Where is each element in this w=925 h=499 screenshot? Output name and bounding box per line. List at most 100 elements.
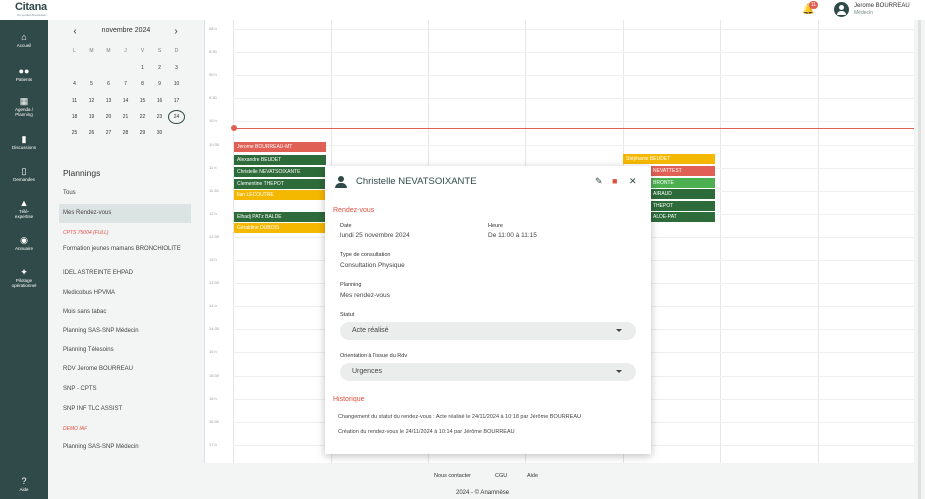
calendar-day[interactable]: 5 [83,81,100,87]
calendar-day[interactable]: 7 [117,81,134,87]
calendar-day-today[interactable]: 24 [168,109,185,124]
appointment-dialog: Christelle NEVATSOIXANTE ✎ ■ ✕ Rendez-vo… [325,166,651,454]
planning-item[interactable]: Tous [59,190,191,197]
calendar-day[interactable]: 1 [134,65,151,71]
appointment-event[interactable]: ALDE-PAT [650,212,715,222]
appointment-event[interactable]: Alexandre BEUDET [234,155,326,165]
planning-item[interactable]: IDEL ASTREINTE EHPAD [59,270,191,277]
weekday-header: S [157,48,162,54]
footer-link-help[interactable]: Aide [527,473,538,479]
appointment-event[interactable]: Clementine THEPOT [234,179,326,189]
planning-value: Mes rendez-vous [340,292,390,299]
planning-item[interactable]: SNP - CPTS [59,386,191,393]
planning-item[interactable]: Planning Télesoins [59,347,191,354]
planning-item[interactable]: Mois sans tabac [59,309,191,316]
calendar-month-title: novembre 2024 [101,27,151,34]
calendar-day[interactable]: 16 [151,98,168,104]
planning-item[interactable]: Mes Rendez-vous [59,204,191,223]
planning-item[interactable]: SNP INF TLC ASSIST [59,406,191,413]
calendar-day[interactable]: 17 [168,98,185,104]
nav-item-demandes[interactable]: ▯ Demandes [0,166,48,182]
footer-copyright: 2024 - © Anamnèse [456,490,510,496]
calendar-day[interactable]: 27 [100,130,117,136]
calendar-day[interactable]: 22 [134,114,151,120]
scrollbar[interactable] [918,20,921,499]
appointment-event[interactable]: BRONTE [650,178,715,188]
nav-item-annuaire[interactable]: ◉ Annuaire [0,235,48,251]
orientation-label: Orientation à l'issue du Rdv [340,353,408,359]
nav-item-teleexpertise[interactable]: ▲ Télé-expertise [0,198,48,219]
appointment-event[interactable]: Stéphanie BEUDET [623,154,715,164]
calendar-day[interactable]: 10 [168,81,185,87]
delete-icon[interactable]: ■ [612,176,617,186]
planning-item[interactable]: CPTS 75004 (FULL) [59,230,191,237]
appointment-event[interactable]: Géraldine DUBOIS [234,223,326,233]
calendar-day[interactable]: 26 [83,130,100,136]
planning-item[interactable]: Planning SAS-SNP Médecin [59,328,191,335]
calendar-day[interactable]: 12 [83,98,100,104]
calendar-day[interactable]: 21 [117,114,134,120]
chevron-left-icon[interactable]: ‹ [70,26,80,37]
planning-item[interactable]: Formation jeunes mamans BRONCHIOLITE [59,246,191,253]
time-label: 12 h [209,210,217,216]
help-icon: ? [21,476,27,486]
appointment-event[interactable]: NEVATTEST [650,166,715,176]
time-label: 16:30 [209,418,220,424]
planning-item[interactable]: Planning SAS-SNP Médecin [59,444,191,451]
calendar-day[interactable]: 4 [66,81,83,87]
hour-value: De 11:00 à 11:15 [488,232,537,239]
calendar-day[interactable]: 2 [151,65,168,71]
chevron-right-icon[interactable]: › [171,26,181,37]
calendar-day[interactable]: 29 [134,130,151,136]
appointment-event[interactable]: THEPOT [650,201,715,211]
calendar-day[interactable]: 15 [134,98,151,104]
appointment-event[interactable]: AIRAUD [650,189,715,199]
user-name[interactable]: Jerome BOURREAU [854,3,910,9]
calendar-day[interactable]: 11 [66,98,83,104]
appointment-event[interactable]: Elhadj PATz BALDE [234,212,326,222]
calendar-day[interactable]: 18 [66,114,83,120]
calendar-day[interactable]: 6 [100,81,117,87]
appointment-event[interactable]: Christelle NEVATSOIXANTE [234,167,326,177]
calendar-day[interactable]: 19 [83,114,100,120]
orientation-select[interactable]: Urgences [340,363,636,381]
edit-icon[interactable]: ✎ [595,176,603,186]
footer-link-contact[interactable]: Nous contacter [434,473,471,479]
calendar-day[interactable]: 20 [100,114,117,120]
calendar-day[interactable]: 14 [117,98,134,104]
calendar-day[interactable]: 30 [151,130,168,136]
appointment-event[interactable]: Jerome BOURREAU-MT [234,142,326,152]
history-entry: Changement du statut du rendez-vous : Ac… [338,414,581,420]
nav-item-patients[interactable]: ●● Patients [0,66,48,82]
nav-item-discussions[interactable]: ▮ Discussions [0,134,48,150]
calendar-day[interactable]: 3 [168,65,185,71]
calendar-day[interactable]: 28 [117,130,134,136]
planning-item[interactable]: DEMO IAF [59,426,191,433]
close-icon[interactable]: ✕ [629,176,637,186]
calendar-day[interactable]: 8 [134,81,151,87]
planning-item[interactable]: RDV Jerome BOURREAU [59,366,191,373]
nav-item-help[interactable]: ? Aide [0,476,48,492]
hour-gridline [233,98,914,100]
calendar-panel: ‹ novembre 2024 › L M M J V S D 1 2 3 4 5 6 7 8 9 10 11 12… [48,20,204,499]
hour-gridline [233,144,914,146]
nav-item-agenda[interactable]: ▦ Agenda / Planning [0,96,48,117]
patient-name: Christelle NEVATSOIXANTE [356,176,477,187]
time-label: 11:30 [209,187,219,193]
calendar-day[interactable]: 13 [100,98,117,104]
hour-label: Heure [488,223,503,229]
status-select[interactable]: Acte réalisé [340,322,636,340]
calendar-day[interactable]: 25 [66,130,83,136]
nav-item-pilotage[interactable]: ✦ Pilotage opérationnel [0,267,48,288]
app-logo[interactable]: Citana [15,1,47,13]
nav-label: Télé-expertise [14,209,34,219]
section-historique: Historique [333,396,365,403]
footer-link-cgu[interactable]: CGU [495,473,507,479]
calendar-day[interactable]: 23 [151,114,168,120]
user-avatar-icon[interactable] [834,2,849,17]
nav-item-home[interactable]: ⌂ Accueil [0,32,48,48]
planning-item[interactable]: Medicobus HPVMA [59,290,191,297]
hour-gridline [233,75,914,77]
appointment-event[interactable]: Ilan LECOUTRE [234,190,326,200]
calendar-day[interactable]: 9 [151,81,168,87]
